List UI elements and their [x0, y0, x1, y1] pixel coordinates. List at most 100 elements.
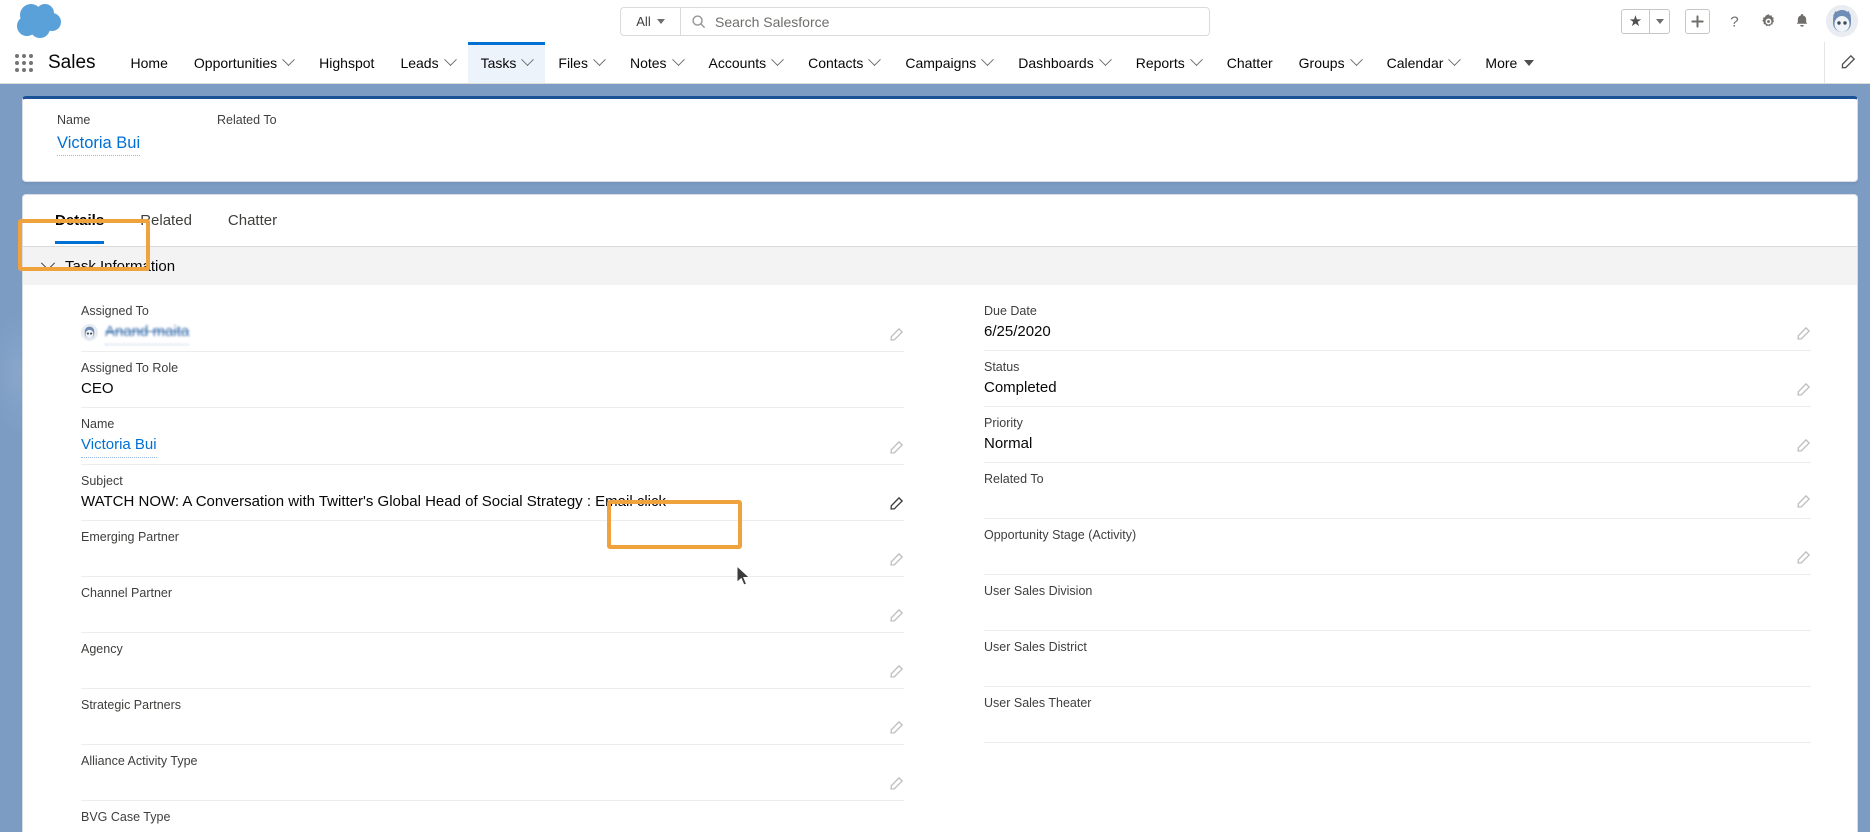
detail-field: Due Date 6/25/2020 — [984, 295, 1811, 351]
edit-pencil-icon[interactable] — [1795, 326, 1811, 342]
nav-item-accounts[interactable]: Accounts — [696, 42, 796, 83]
tab-chatter[interactable]: Chatter — [210, 195, 295, 246]
field-value — [984, 712, 1811, 736]
field-label: User Sales Division — [984, 584, 1093, 598]
field-value — [81, 658, 904, 682]
detail-field: User Sales Theater — [984, 687, 1811, 743]
field-label: Assigned To Role — [81, 361, 179, 375]
record-header-field-label: Related To — [217, 113, 277, 127]
chevron-down-icon[interactable] — [1189, 53, 1203, 67]
nav-item-calendar[interactable]: Calendar — [1374, 42, 1473, 83]
global-header: All ★ ? — [0, 0, 1870, 42]
record-header-fields: Name Victoria Bui Related To — [57, 113, 1823, 156]
field-value — [81, 546, 904, 570]
gear-icon[interactable] — [1759, 12, 1778, 31]
global-search[interactable]: All — [620, 7, 1210, 36]
field-label: Status — [984, 360, 1020, 374]
chevron-down-icon[interactable] — [981, 53, 995, 67]
field-value-link[interactable]: Victoria Bui — [81, 433, 157, 458]
chevron-down-icon[interactable] — [521, 53, 535, 67]
caret-down-icon[interactable] — [1524, 59, 1535, 66]
salesforce-cloud-logo[interactable] — [14, 2, 68, 40]
nav-item-highspot[interactable]: Highspot — [306, 42, 387, 83]
detail-field: Agency — [81, 633, 904, 689]
nav-item-list: Home Opportunities Highspot Leads Tasks Files… — [118, 42, 1824, 83]
nav-item-home[interactable]: Home — [118, 42, 181, 83]
field-value-redacted-name[interactable]: Anand maita — [105, 320, 190, 345]
tab-label: Chatter — [227, 212, 278, 229]
field-value: CEO — [81, 380, 114, 397]
record-header-field-value-link[interactable]: Victoria Bui — [57, 134, 141, 156]
nav-item-dashboards[interactable]: Dashboards — [1005, 42, 1123, 83]
plus-icon[interactable] — [1685, 8, 1710, 34]
edit-pencil-icon[interactable] — [888, 327, 904, 343]
chevron-down-icon[interactable] — [868, 53, 882, 67]
nav-item-label: Home — [130, 54, 168, 71]
record-header-field: Name Victoria Bui — [57, 113, 217, 156]
avatar[interactable] — [1826, 5, 1858, 37]
chevron-down-icon[interactable] — [1349, 53, 1363, 67]
edit-pencil-icon[interactable] — [888, 552, 904, 568]
question-mark-icon[interactable]: ? — [1725, 12, 1744, 31]
nav-item-campaigns[interactable]: Campaigns — [892, 42, 1005, 83]
field-value — [984, 600, 1811, 624]
chevron-down-icon[interactable] — [1098, 53, 1112, 67]
tab-related[interactable]: Related — [122, 195, 210, 246]
edit-pencil-icon[interactable] — [888, 776, 904, 792]
nav-item-reports[interactable]: Reports — [1123, 42, 1214, 83]
detail-field: Strategic Partners — [81, 689, 904, 745]
nav-item-label: Dashboards — [1018, 54, 1094, 71]
nav-item-notes[interactable]: Notes — [617, 42, 696, 83]
search-icon — [681, 14, 715, 29]
chevron-down-icon[interactable] — [443, 53, 457, 67]
detail-field: Related To — [984, 463, 1811, 519]
chevron-down-icon[interactable] — [671, 53, 685, 67]
app-name[interactable]: Sales — [48, 42, 118, 83]
chevron-down-icon[interactable] — [282, 53, 296, 67]
nav-item-label: Reports — [1135, 54, 1185, 71]
nav-item-contacts[interactable]: Contacts — [795, 42, 892, 83]
field-label: Channel Partner — [81, 586, 173, 600]
nav-item-chatter[interactable]: Chatter — [1214, 42, 1286, 83]
record-page: Name Victoria Bui Related To Details Relate… — [0, 84, 1870, 832]
field-value — [81, 826, 904, 832]
svg-text:?: ? — [1730, 13, 1738, 30]
nav-item-tasks[interactable]: Tasks — [467, 42, 546, 83]
detail-field: Emerging Partner — [81, 521, 904, 577]
edit-pencil-icon[interactable] — [1795, 494, 1811, 510]
field-label: Strategic Partners — [81, 698, 182, 712]
nav-item-more[interactable]: More — [1472, 42, 1547, 83]
field-value: WATCH NOW: A Conversation with Twitter's… — [81, 493, 667, 510]
star-icon[interactable]: ★ — [1622, 10, 1649, 33]
favorites-dropdown-caret-down-icon[interactable] — [1649, 9, 1669, 33]
edit-pencil-icon[interactable] — [1795, 438, 1811, 454]
nav-item-opportunities[interactable]: Opportunities — [181, 42, 306, 83]
search-input[interactable] — [715, 13, 1209, 30]
field-value — [81, 602, 904, 626]
edit-pencil-icon[interactable] — [888, 440, 904, 456]
edit-navigation-pencil-icon[interactable] — [1824, 42, 1870, 83]
search-scope-dropdown[interactable]: All — [621, 8, 681, 35]
nav-item-label: Contacts — [808, 54, 864, 71]
nav-item-groups[interactable]: Groups — [1286, 42, 1374, 83]
tab-label: Details — [55, 212, 105, 229]
edit-pencil-icon[interactable] — [888, 608, 904, 624]
edit-pencil-icon[interactable] — [888, 720, 904, 736]
app-launcher-waffle-icon[interactable] — [0, 42, 48, 83]
user-avatar-icon — [81, 324, 98, 341]
nav-item-leads[interactable]: Leads — [387, 42, 467, 83]
chevron-down-icon[interactable] — [1448, 53, 1462, 67]
field-label: User Sales District — [984, 640, 1087, 654]
bell-icon[interactable] — [1793, 12, 1811, 30]
record-tabs: Details Related Chatter — [23, 195, 1857, 247]
edit-pencil-icon[interactable] — [1795, 550, 1811, 566]
edit-pencil-icon[interactable] — [888, 496, 904, 512]
nav-item-label: More — [1485, 54, 1518, 71]
chevron-down-icon[interactable] — [771, 53, 784, 67]
edit-pencil-icon[interactable] — [1795, 382, 1811, 398]
tab-details[interactable]: Details — [37, 195, 122, 246]
edit-pencil-icon[interactable] — [888, 664, 904, 680]
chevron-down-icon[interactable] — [593, 53, 606, 67]
nav-item-files[interactable]: Files — [545, 42, 617, 83]
task-information-section-header[interactable]: Task Information — [23, 247, 1857, 285]
